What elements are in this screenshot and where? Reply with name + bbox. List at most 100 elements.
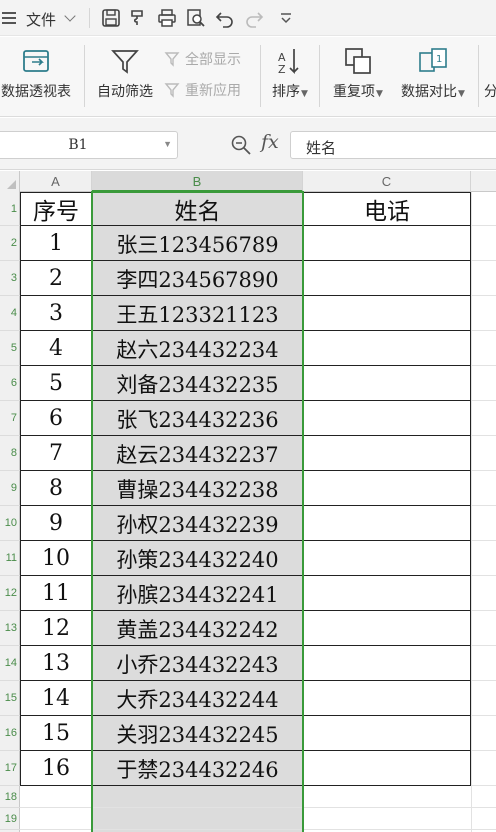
- row-header[interactable]: 14: [0, 646, 20, 681]
- cell-seq[interactable]: 9: [20, 506, 92, 541]
- cell-phone[interactable]: [303, 436, 471, 471]
- cell-name[interactable]: 于禁234432246: [92, 751, 303, 786]
- chevron-down-icon[interactable]: [64, 10, 76, 22]
- cell-phone[interactable]: [303, 576, 471, 611]
- format-painter-icon[interactable]: [128, 8, 148, 28]
- cell-seq[interactable]: 7: [20, 436, 92, 471]
- pivot-table-button[interactable]: 数据透视表: [0, 37, 78, 117]
- dropdown-arrow-icon[interactable]: ▼: [376, 89, 383, 99]
- row-header[interactable]: 13: [0, 611, 20, 646]
- cell-seq[interactable]: 3: [20, 296, 92, 331]
- cell-name[interactable]: 赵六234432234: [92, 331, 303, 366]
- cell-seq[interactable]: 13: [20, 646, 92, 681]
- redo-icon[interactable]: [244, 8, 264, 28]
- cell-seq[interactable]: 5: [20, 366, 92, 401]
- reapply-button[interactable]: 重新应用: [164, 79, 241, 101]
- cell-phone[interactable]: [303, 681, 471, 716]
- row-header[interactable]: 4: [0, 296, 20, 331]
- row-header[interactable]: 5: [0, 331, 20, 366]
- cell-phone[interactable]: [303, 541, 471, 576]
- row-header[interactable]: 15: [0, 681, 20, 716]
- cell-phone[interactable]: [303, 506, 471, 541]
- row-header[interactable]: 8: [0, 436, 20, 471]
- duplicates-button[interactable]: 重复项▼: [326, 37, 390, 117]
- row-header[interactable]: 1: [0, 192, 20, 226]
- cell-seq[interactable]: 8: [20, 471, 92, 506]
- cell-name[interactable]: 张三123456789: [92, 226, 303, 261]
- dropdown-arrow-icon[interactable]: ▼: [458, 89, 465, 99]
- cell-seq[interactable]: 14: [20, 681, 92, 716]
- cell-name[interactable]: 曹操234432238: [92, 471, 303, 506]
- header-cell-seq[interactable]: 序号: [20, 192, 92, 226]
- cell-seq[interactable]: 15: [20, 716, 92, 751]
- print-icon[interactable]: [157, 8, 177, 28]
- row-header[interactable]: 12: [0, 576, 20, 611]
- cell-phone[interactable]: [303, 296, 471, 331]
- undo-icon[interactable]: [215, 8, 235, 28]
- row-header[interactable]: 2: [0, 226, 20, 261]
- row-header[interactable]: 18: [0, 786, 20, 808]
- cell-phone[interactable]: [303, 401, 471, 436]
- fx-icon[interactable]: fx: [261, 131, 279, 153]
- show-all-button[interactable]: 全部显示: [164, 48, 241, 70]
- row-header[interactable]: 10: [0, 506, 20, 541]
- data-compare-button[interactable]: 1 数据对比▼: [395, 37, 471, 117]
- cell-name[interactable]: 孙膑234432241: [92, 576, 303, 611]
- cell-name[interactable]: 孙权234432239: [92, 506, 303, 541]
- row-header[interactable]: 7: [0, 401, 20, 436]
- cell-phone[interactable]: [303, 331, 471, 366]
- column-header-a[interactable]: A: [20, 171, 92, 192]
- zoom-icon[interactable]: [230, 134, 252, 156]
- save-icon[interactable]: [101, 8, 121, 28]
- header-cell-phone[interactable]: 电话: [303, 192, 471, 226]
- cell-name[interactable]: 刘备234432235: [92, 366, 303, 401]
- column-header-c[interactable]: C: [303, 171, 471, 192]
- cell-name[interactable]: 王五123321123: [92, 296, 303, 331]
- file-menu[interactable]: 文件: [26, 9, 56, 30]
- menu-icon[interactable]: [2, 12, 16, 24]
- row-header[interactable]: 11: [0, 541, 20, 576]
- header-cell-name[interactable]: 姓名: [92, 192, 303, 226]
- row-header[interactable]: 16: [0, 716, 20, 751]
- cell-phone[interactable]: [303, 261, 471, 296]
- cell-name[interactable]: 小乔234432243: [92, 646, 303, 681]
- row-header[interactable]: 9: [0, 471, 20, 506]
- customize-toolbar-icon[interactable]: [276, 8, 296, 28]
- row-header[interactable]: 3: [0, 261, 20, 296]
- cell-phone[interactable]: [303, 366, 471, 401]
- cell-phone[interactable]: [303, 646, 471, 681]
- cell-seq[interactable]: 6: [20, 401, 92, 436]
- row-header[interactable]: 19: [0, 808, 20, 830]
- cell-name[interactable]: 赵云234432237: [92, 436, 303, 471]
- sort-button[interactable]: AZ 排序▼: [266, 37, 314, 117]
- row-header[interactable]: 6: [0, 366, 20, 401]
- cell-area[interactable]: 序号 姓名 电话 1 张三123456789 2 李四234567890 3 王五1233211…: [20, 191, 496, 832]
- cell-name[interactable]: 关羽234432245: [92, 716, 303, 751]
- row-header[interactable]: 17: [0, 751, 20, 786]
- cell-seq[interactable]: 2: [20, 261, 92, 296]
- formula-input[interactable]: 姓名: [290, 131, 496, 159]
- name-box[interactable]: B1 ▼: [0, 131, 178, 159]
- select-all-corner[interactable]: [0, 171, 20, 192]
- cell-seq[interactable]: 12: [20, 611, 92, 646]
- cell-seq[interactable]: 11: [20, 576, 92, 611]
- cell-seq[interactable]: 16: [20, 751, 92, 786]
- dropdown-arrow-icon[interactable]: ▼: [163, 139, 172, 149]
- cell-name[interactable]: 黄盖234432242: [92, 611, 303, 646]
- cell-phone[interactable]: [303, 226, 471, 261]
- more-button[interactable]: 分: [484, 37, 496, 117]
- cell-phone[interactable]: [303, 471, 471, 506]
- cell-name[interactable]: 大乔234432244: [92, 681, 303, 716]
- column-header-b[interactable]: B: [92, 171, 303, 192]
- cell-name[interactable]: 孙策234432240: [92, 541, 303, 576]
- cell-seq[interactable]: 10: [20, 541, 92, 576]
- cell-phone[interactable]: [303, 611, 471, 646]
- cell-name[interactable]: 李四234567890: [92, 261, 303, 296]
- cell-seq[interactable]: 1: [20, 226, 92, 261]
- print-preview-icon[interactable]: [186, 8, 206, 28]
- cell-name[interactable]: 张飞234432236: [92, 401, 303, 436]
- cell-phone[interactable]: [303, 751, 471, 786]
- cell-seq[interactable]: 4: [20, 331, 92, 366]
- autofilter-button[interactable]: 自动筛选: [92, 37, 158, 117]
- dropdown-arrow-icon[interactable]: ▼: [301, 89, 308, 99]
